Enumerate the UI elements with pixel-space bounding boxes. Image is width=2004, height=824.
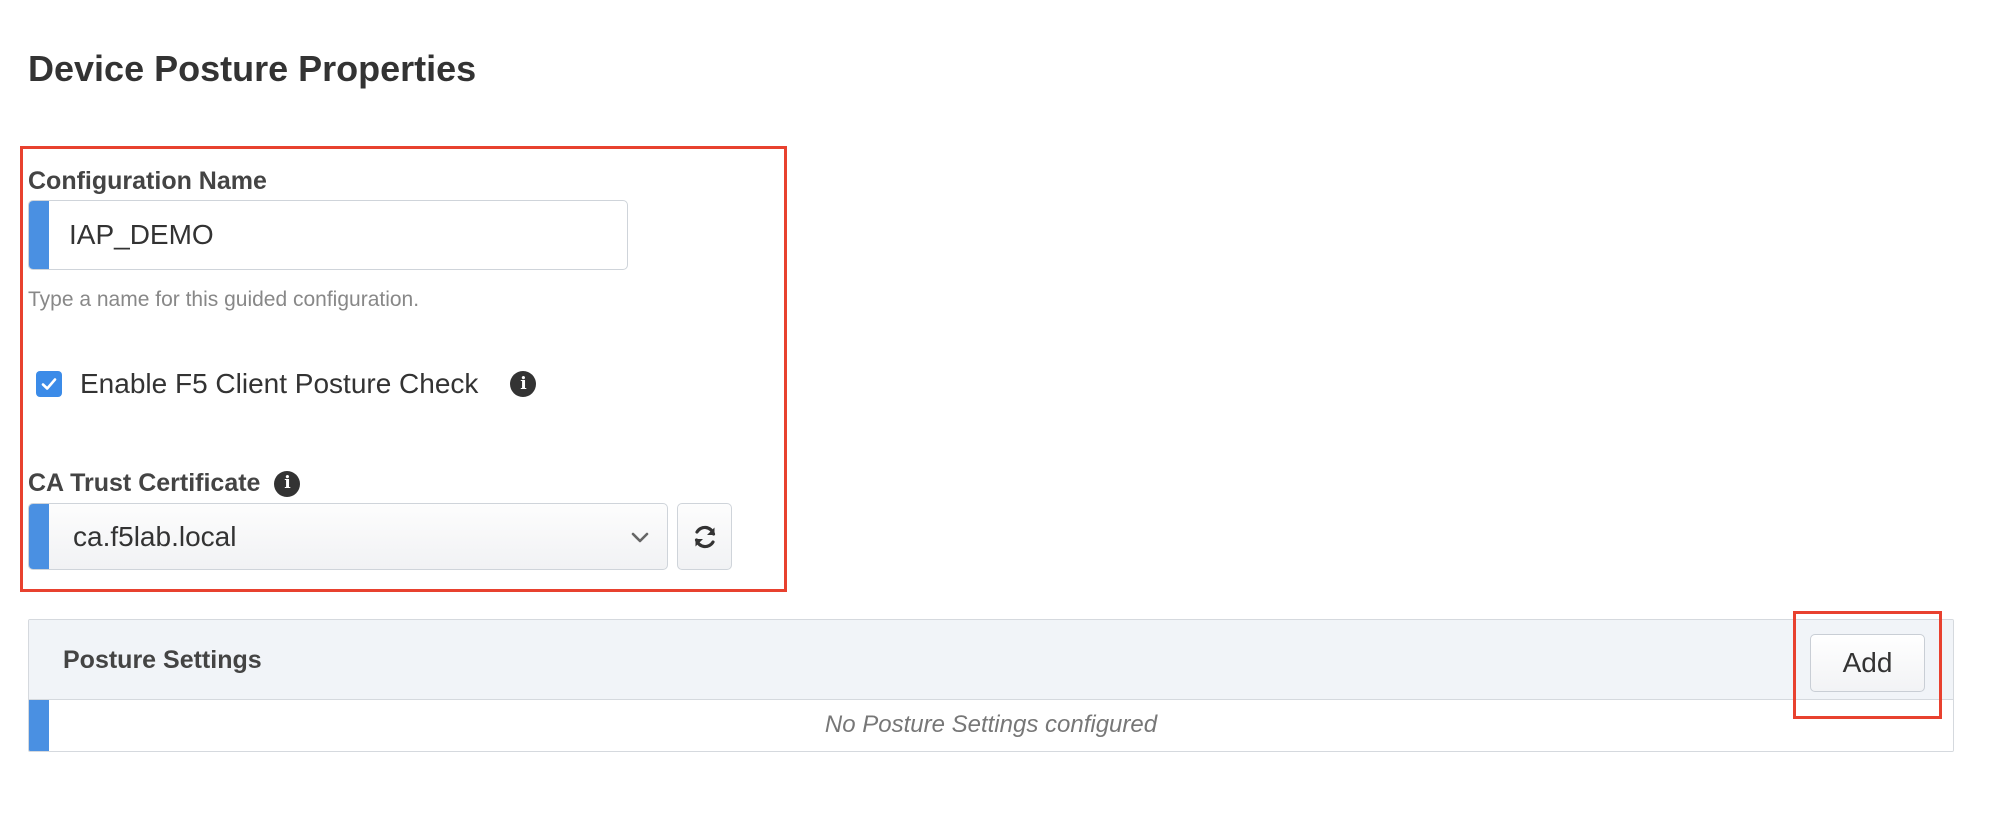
page-title: Device Posture Properties <box>28 48 477 89</box>
empty-state-message: No Posture Settings configured <box>824 711 1158 738</box>
required-indicator <box>29 504 49 569</box>
configuration-name-help: Type a name for this guided configuratio… <box>28 288 420 311</box>
highlight-box-add <box>1793 611 1942 719</box>
posture-check-row: Enable F5 Client Posture Check i <box>36 368 537 400</box>
posture-settings-title: Posture Settings <box>63 646 262 674</box>
refresh-button[interactable] <box>677 503 732 570</box>
ca-trust-label-row: CA Trust Certificate i <box>28 469 301 498</box>
ca-trust-select[interactable]: ca.f5lab.local <box>28 503 668 570</box>
ca-trust-selected-value: ca.f5lab.local <box>73 520 237 552</box>
refresh-icon <box>694 525 715 548</box>
posture-check-label: Enable F5 Client Posture Check <box>80 368 479 399</box>
posture-settings-panel: Posture Settings Add No Posture Settings… <box>28 619 1954 752</box>
info-circle-icon[interactable]: i <box>510 371 537 397</box>
posture-check-checkbox[interactable] <box>36 371 62 397</box>
posture-settings-header: Posture Settings Add <box>29 620 1953 700</box>
info-circle-icon[interactable]: i <box>274 470 301 497</box>
configuration-name-label: Configuration Name <box>28 167 267 195</box>
chevron-down-icon <box>631 532 649 543</box>
configuration-name-input[interactable]: IAP_DEMO <box>28 200 628 270</box>
required-indicator <box>29 201 49 269</box>
configuration-name-value: IAP_DEMO <box>69 219 214 250</box>
ca-trust-label: CA Trust Certificate <box>28 469 261 497</box>
posture-settings-body: No Posture Settings configured <box>29 700 1953 751</box>
checkmark-icon <box>41 378 57 390</box>
